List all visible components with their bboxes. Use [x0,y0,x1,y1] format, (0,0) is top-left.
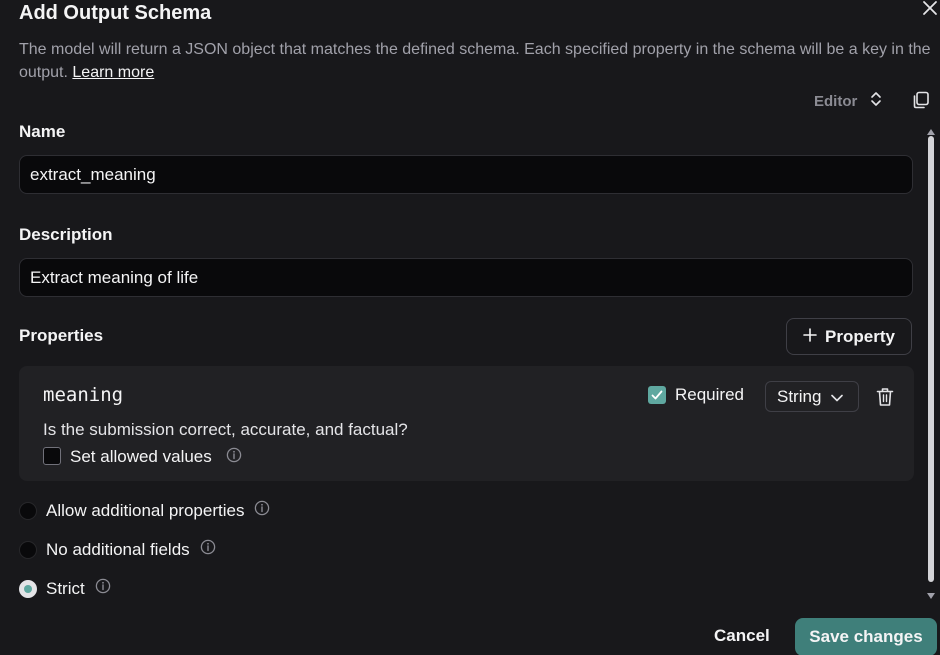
option-allow-additional-properties[interactable]: Allow additional properties [19,500,270,521]
scroll-down-arrow-icon[interactable] [927,586,935,604]
description-input[interactable] [19,258,913,297]
type-select-value: String [777,386,822,406]
add-output-schema-dialog: Add Output Schema The model will return … [0,0,940,655]
property-description[interactable]: Is the submission correct, accurate, and… [43,420,408,440]
option-strict[interactable]: Strict [19,578,111,599]
info-icon[interactable] [254,500,270,521]
description-label: Description [19,225,113,244]
cancel-button[interactable]: Cancel [714,626,770,646]
trash-icon[interactable] [876,387,894,407]
name-input[interactable] [19,155,913,194]
info-icon[interactable] [226,447,242,468]
name-label: Name [19,122,66,141]
option-label[interactable]: Allow additional properties [46,501,244,521]
add-property-label: Property [825,326,895,346]
copy-icon[interactable] [911,90,931,110]
info-icon[interactable] [200,539,216,560]
save-changes-button[interactable]: Save changes [795,618,937,655]
editor-mode-toggle[interactable]: Editor [814,90,883,112]
type-select[interactable]: String [765,381,859,412]
allowed-values-checkbox[interactable] [43,447,61,465]
required-checkbox[interactable] [648,386,666,404]
allowed-values-label[interactable]: Set allowed values [70,447,212,466]
info-icon[interactable] [95,578,111,599]
close-icon[interactable] [920,0,940,18]
chevron-down-icon [831,387,844,407]
option-label[interactable]: No additional fields [46,540,190,560]
radio-button[interactable] [19,501,37,520]
check-icon [651,390,663,400]
option-label[interactable]: Strict [46,579,85,599]
option-no-additional-fields[interactable]: No additional fields [19,539,216,560]
dialog-description: The model will return a JSON object that… [19,38,935,84]
editor-mode-label: Editor [814,92,858,110]
property-card: meaning Required String Is the submissio… [19,366,914,481]
add-property-button[interactable]: Property [786,318,912,355]
learn-more-link[interactable]: Learn more [72,64,154,81]
chevron-up-down-icon [869,90,883,112]
property-name[interactable]: meaning [43,384,123,406]
radio-button[interactable] [19,540,37,559]
description-text: The model will return a JSON object that… [19,41,931,81]
properties-label: Properties [19,326,104,345]
scrollbar[interactable] [924,122,938,600]
allowed-values-row: Set allowed values [70,447,242,468]
dialog-title: Add Output Schema [19,2,212,24]
scrollbar-thumb[interactable] [928,136,934,582]
radio-button-selected[interactable] [19,579,37,598]
plus-icon [803,327,817,347]
required-label[interactable]: Required [675,385,744,405]
